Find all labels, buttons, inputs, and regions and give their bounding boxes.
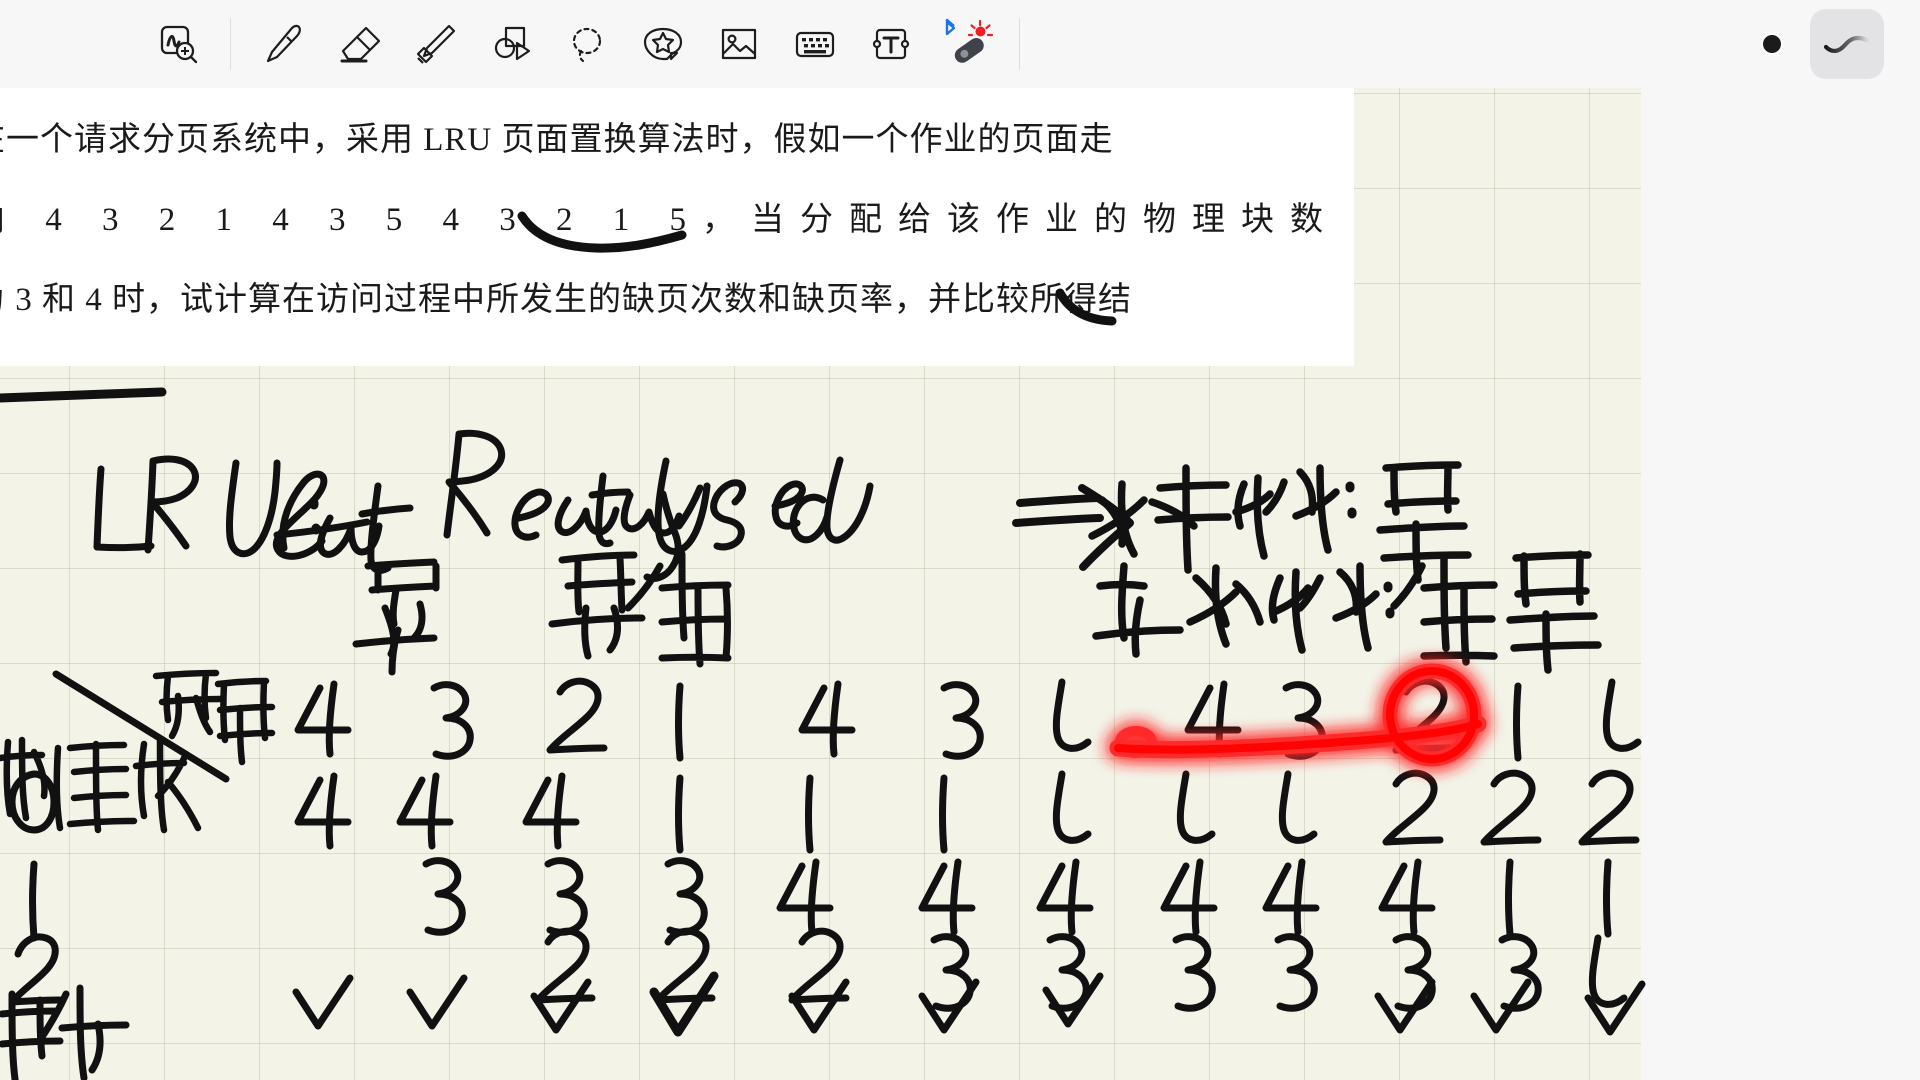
note-app-window: 在一个请求分页系统中，采用 LRU 页面置换算法时，假如一个作业的页面走 向 4… [0,0,1920,1080]
keyboard-icon [791,20,839,68]
canvas-right-gutter [1641,88,1920,1080]
toolbar-divider-2 [1019,18,1020,70]
toolbar-left-pad [0,0,140,88]
tool-pen[interactable] [249,10,317,78]
color-swatch-button[interactable] [1738,10,1806,78]
shapes-icon [487,20,535,68]
tool-sticker[interactable] [629,10,697,78]
star-sticker-icon [639,20,687,68]
eraser-icon [335,20,383,68]
note-canvas[interactable]: 在一个请求分页系统中，采用 LRU 页面置换算法时，假如一个作业的页面走 向 4… [0,88,1920,1080]
stroke-curve-icon [1819,22,1875,67]
tool-image[interactable] [705,10,773,78]
tool-keyboard[interactable] [781,10,849,78]
image-icon [715,20,763,68]
tool-eraser[interactable] [325,10,393,78]
text-box-icon [867,20,915,68]
tool-lasso-select[interactable] [553,10,621,78]
document-line-3: 为 3 和 4 时，试计算在访问过程中所发生的缺页次数和缺页率，并比较所得结 [0,282,1132,318]
tool-highlighter[interactable] [401,10,469,78]
document-line-1: 在一个请求分页系统中，采用 LRU 页面置换算法时，假如一个作业的页面走 [0,122,1114,158]
document-line-2: 向 4 3 2 1 4 3 5 4 3 2 1 5，当分配给该作业的物理块数 M… [0,202,1354,238]
highlighter-icon [411,20,459,68]
tool-laser-pointer[interactable] [933,10,1001,78]
lasso-select-icon [563,20,611,68]
embedded-document-clip[interactable]: 在一个请求分页系统中，采用 LRU 页面置换算法时，假如一个作业的页面走 向 4… [0,88,1354,366]
tool-shapes[interactable] [477,10,545,78]
tool-lasso-zoom[interactable] [144,10,212,78]
laser-pointer-icon [939,16,995,72]
stroke-preview-button[interactable] [1810,9,1884,79]
tool-textbox[interactable] [857,10,925,78]
toolbar-divider-1 [230,18,231,70]
pen-icon [259,20,307,68]
scribble-magnify-icon [155,21,201,67]
color-dot-icon [1763,35,1781,53]
drawing-toolbar [0,0,1920,88]
